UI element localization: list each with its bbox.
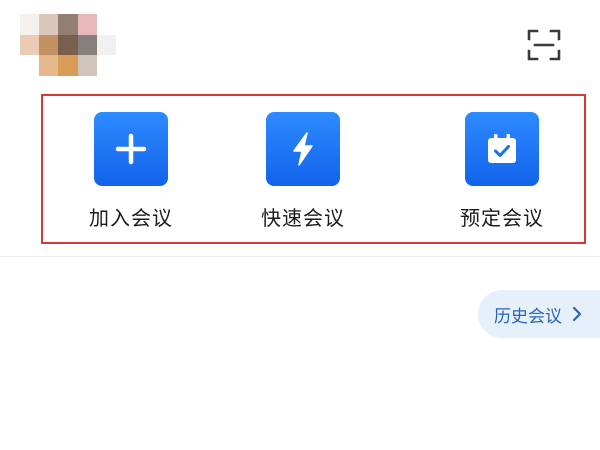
quick-meeting-button[interactable]: 快速会议 [233, 112, 373, 231]
join-meeting-label: 加入会议 [89, 206, 173, 230]
meeting-home-screen: 加入会议 快速会议 预定会议 历史会议 [0, 0, 600, 450]
meeting-actions-panel: 加入会议 快速会议 预定会议 [41, 94, 586, 244]
plus-icon [94, 112, 168, 186]
history-meetings-label: 历史会议 [494, 306, 562, 327]
calendar-check-icon [465, 112, 539, 186]
lightning-icon [266, 112, 340, 186]
history-meetings-button[interactable]: 历史会议 [478, 290, 600, 338]
user-avatar[interactable] [20, 14, 116, 76]
quick-meeting-label: 快速会议 [261, 206, 345, 230]
chevron-right-icon [570, 306, 584, 322]
section-divider [0, 256, 600, 257]
schedule-meeting-button[interactable]: 预定会议 [432, 112, 572, 231]
scan-icon[interactable] [526, 28, 562, 62]
schedule-meeting-label: 预定会议 [460, 206, 544, 230]
join-meeting-button[interactable]: 加入会议 [61, 112, 201, 231]
